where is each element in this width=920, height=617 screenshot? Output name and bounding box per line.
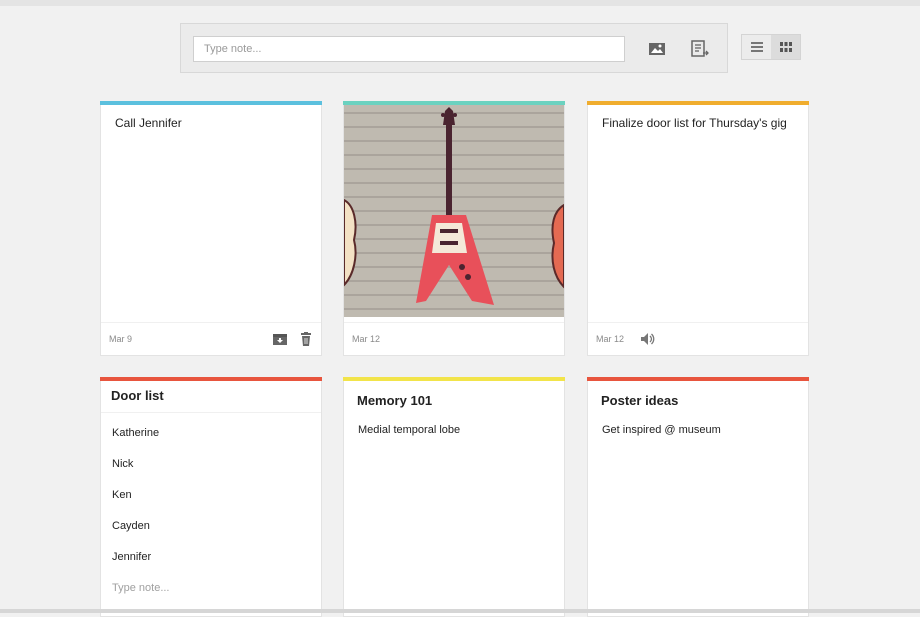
grid-view-button[interactable] (771, 35, 800, 59)
note-text: Get inspired @ museum (602, 424, 721, 436)
list-note-card[interactable]: Door list Katherine Nick Ken Cayden Jenn… (100, 377, 322, 617)
note-date: Mar 9 (109, 334, 133, 344)
card-color-bar (587, 377, 809, 381)
image-icon[interactable] (646, 38, 668, 60)
title-divider (101, 412, 321, 413)
trash-icon[interactable] (298, 331, 314, 347)
note-input[interactable] (193, 36, 625, 62)
note-card[interactable]: Mar 12 (343, 101, 565, 356)
card-footer: Mar 12 (588, 322, 808, 355)
list-item[interactable]: Jennifer (112, 547, 169, 578)
note-text: Call Jennifer (115, 116, 182, 130)
top-divider (0, 0, 920, 6)
card-color-bar (343, 377, 565, 381)
archive-icon[interactable] (272, 331, 288, 347)
new-list-icon[interactable] (688, 38, 710, 60)
note-card[interactable]: Poster ideas Get inspired @ museum (587, 377, 809, 617)
list-item[interactable]: Cayden (112, 516, 169, 547)
note-card[interactable]: Call Jennifer Mar 9 (100, 101, 322, 356)
note-title: Poster ideas (601, 393, 679, 408)
note-text: Medial temporal lobe (358, 424, 461, 436)
note-composer (180, 23, 728, 73)
list-item[interactable]: Ken (112, 485, 169, 516)
list-view-button[interactable] (742, 35, 771, 59)
view-toggle (741, 34, 801, 60)
list-view-icon (750, 41, 763, 53)
card-color-bar (100, 101, 322, 105)
card-footer: Mar 12 (344, 322, 564, 355)
card-color-bar (587, 101, 809, 105)
card-color-bar (100, 377, 322, 381)
card-footer: Mar 9 (101, 322, 321, 355)
note-title: Door list (111, 388, 164, 403)
note-card[interactable]: Memory 101 Medial temporal lobe (343, 377, 565, 617)
audio-icon[interactable] (639, 331, 655, 347)
note-card[interactable]: Finalize door list for Thursday's gig Ma… (587, 101, 809, 356)
note-text: Finalize door list for Thursday's gig (602, 116, 787, 130)
note-title: Memory 101 (357, 393, 433, 408)
guitar-illustration (344, 105, 564, 317)
list-item[interactable]: Katherine (112, 423, 169, 454)
note-date: Mar 12 (596, 334, 625, 344)
list-item[interactable]: Nick (112, 454, 169, 485)
note-date: Mar 12 (352, 334, 381, 344)
bottom-divider (0, 609, 920, 613)
new-item-input[interactable]: Type note... (112, 578, 169, 598)
checklist: Katherine Nick Ken Cayden Jennifer Type … (112, 423, 169, 598)
grid-view-icon (779, 41, 792, 53)
